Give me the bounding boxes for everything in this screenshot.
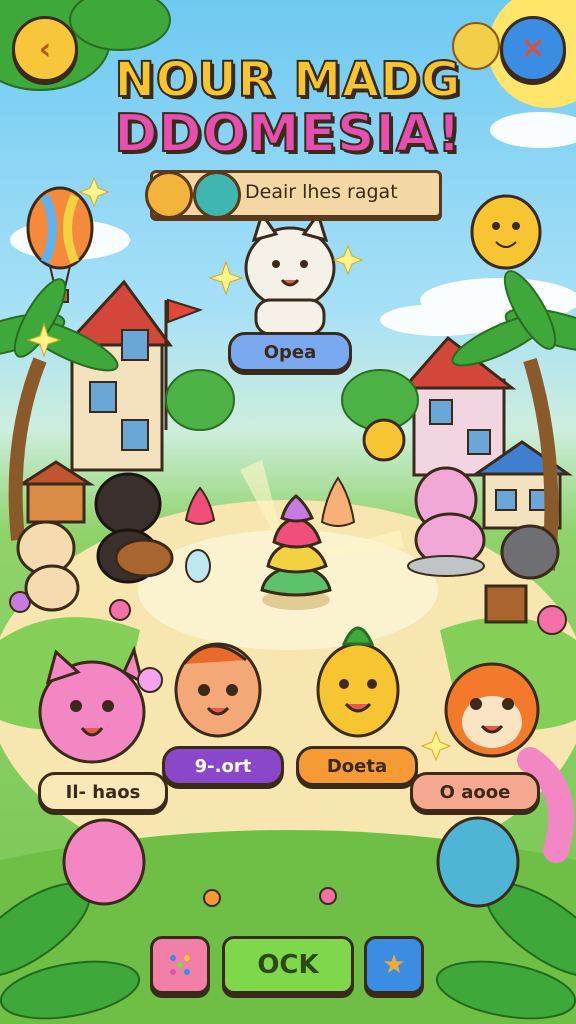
hero-white-cat xyxy=(244,210,336,336)
title-line-1: NOUR MADG xyxy=(114,51,462,109)
small-yellow-bird xyxy=(362,418,406,462)
game-screen: ‹ ✕ NOUR MADG DDOMESIA! Deair lhes ragat… xyxy=(0,0,576,1024)
small-swirl-right xyxy=(320,476,356,527)
badge-icon xyxy=(145,171,193,219)
dice-icon xyxy=(170,955,190,975)
star-icon: ★ xyxy=(382,950,406,980)
character-label-pink-cat[interactable]: Il- haos xyxy=(38,772,168,812)
pink-pig-character xyxy=(62,818,146,906)
orange-boy-character xyxy=(174,642,262,738)
hero-label-button[interactable]: Opea xyxy=(228,332,352,372)
character-label-orange-boy[interactable]: 9-.ort xyxy=(162,746,284,786)
small-swirl-left xyxy=(184,486,216,525)
blue-dragon-character xyxy=(436,816,520,908)
title-line-2: DDOMESIA! xyxy=(113,103,462,165)
yellow-creature xyxy=(470,194,542,270)
subtitle-text: Deair lhes ragat xyxy=(245,181,398,203)
crystal-egg xyxy=(185,549,211,583)
character-label-pineapple[interactable]: Doeta xyxy=(296,746,418,786)
globe-icon xyxy=(193,171,241,219)
character-label-fox[interactable]: O aooe xyxy=(410,772,540,812)
star-button[interactable]: ★ xyxy=(364,936,424,994)
dice-button[interactable] xyxy=(150,936,210,994)
ok-button[interactable]: OCK xyxy=(222,936,354,994)
subtitle-banner: Deair lhes ragat xyxy=(145,170,442,219)
